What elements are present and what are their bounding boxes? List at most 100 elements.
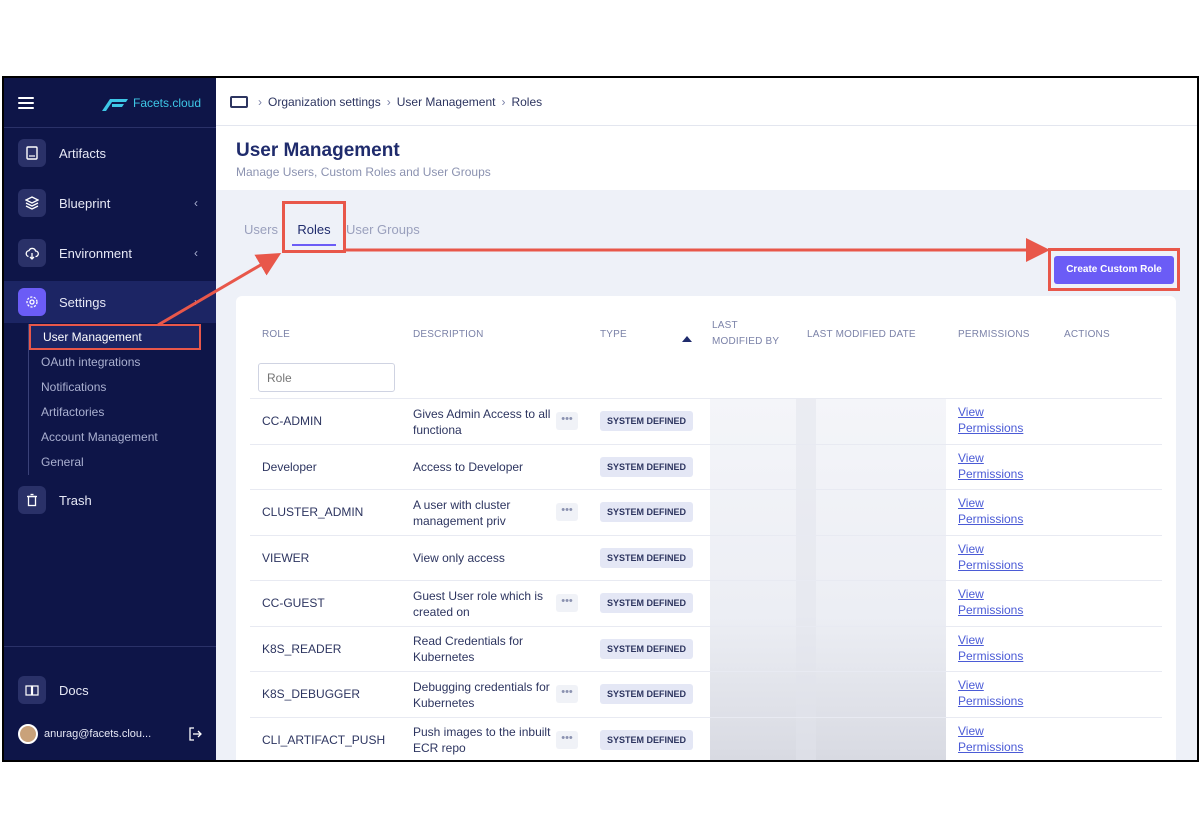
- user-email: anurag@facets.clou...: [44, 728, 152, 740]
- link-line: View: [958, 541, 984, 556]
- view-permissions-link[interactable]: View Permissions: [958, 495, 1038, 527]
- subnav-notifications[interactable]: Notifications: [29, 375, 198, 400]
- view-permissions-link[interactable]: View Permissions: [958, 677, 1038, 709]
- cell-role: VIEWER: [262, 550, 310, 565]
- sort-ascending-icon[interactable]: [682, 336, 692, 342]
- more-icon[interactable]: •••: [556, 594, 578, 612]
- sidebar-item-artifacts[interactable]: Artifacts: [4, 133, 216, 173]
- avatar: [18, 724, 38, 744]
- org-logo-icon[interactable]: [230, 95, 248, 108]
- link-line: View: [958, 678, 984, 692]
- cell-description: Push images to the inbuilt ECR repo: [413, 725, 551, 755]
- sidebar-item-trash[interactable]: Trash: [4, 480, 216, 520]
- breadcrumb-organization-settings[interactable]: Organization settings: [268, 95, 381, 109]
- table-row[interactable]: VIEWER View only access SYSTEM DEFINED V…: [250, 534, 1162, 581]
- link-line: Permissions: [958, 694, 1024, 708]
- subnav-general[interactable]: General: [29, 450, 198, 475]
- column-header-type[interactable]: TYPE: [600, 327, 627, 343]
- breadcrumb-user-management[interactable]: User Management: [397, 95, 496, 109]
- table-row[interactable]: Developer Access to Developer SYSTEM DEF…: [250, 443, 1162, 490]
- sidebar-item-label: Settings: [59, 294, 106, 310]
- table-row[interactable]: CC-GUEST Guest User role which is create…: [250, 580, 1162, 626]
- table-row[interactable]: CC-ADMIN Gives Admin Access to all funct…: [250, 398, 1162, 444]
- link-line: View: [958, 496, 984, 510]
- sidebar-item-label: Docs: [59, 682, 89, 698]
- cell-description: Access to Developer: [413, 460, 524, 474]
- logout-icon[interactable]: [187, 726, 203, 742]
- cell-description: A user with cluster management priv: [413, 497, 511, 528]
- subnav-oauth-integrations[interactable]: OAuth integrations: [29, 350, 198, 375]
- user-profile[interactable]: anurag@facets.clou...: [18, 724, 203, 744]
- cell-role: CC-ADMIN: [262, 414, 322, 428]
- cell-role: K8S_READER: [262, 641, 342, 656]
- settings-subnav: User Management OAuth integrations Notif…: [28, 324, 201, 475]
- view-permissions-link[interactable]: View Permissions: [958, 450, 1038, 482]
- cell-description: Gives Admin Access to all functiona: [413, 406, 551, 437]
- more-icon[interactable]: •••: [556, 412, 578, 430]
- link-line: Permissions: [958, 603, 1024, 617]
- table-row[interactable]: K8S_READER Read Credentials for Kubernet…: [250, 625, 1162, 672]
- sidebar-header: Facets.cloud: [4, 78, 216, 128]
- cell-role: Developer: [262, 459, 317, 474]
- sidebar-item-docs[interactable]: Docs: [4, 670, 216, 710]
- link-line: View: [958, 632, 984, 647]
- sidebar-item-environment[interactable]: Environment ‹: [4, 233, 216, 273]
- subnav-user-management[interactable]: User Management: [29, 324, 201, 350]
- main-content: › Organization settings › User Managemen…: [216, 78, 1197, 760]
- tab-user-groups[interactable]: User Groups: [346, 218, 420, 242]
- gear-icon: [18, 288, 46, 316]
- link-line: Permissions: [958, 739, 1024, 754]
- role-filter-input[interactable]: [258, 363, 395, 392]
- view-permissions-link[interactable]: View Permissions: [958, 723, 1038, 755]
- table-row[interactable]: K8S_DEBUGGER Debugging credentials for K…: [250, 671, 1162, 717]
- chevron-right-icon: ›: [258, 94, 262, 109]
- chevron-left-icon: ‹: [194, 196, 198, 210]
- cell-role: CLI_ARTIFACT_PUSH: [262, 732, 386, 747]
- link-line: View: [958, 587, 984, 601]
- cell-role: CLUSTER_ADMIN: [262, 505, 364, 519]
- facets-logo-icon: [102, 98, 128, 111]
- view-permissions-link[interactable]: View Permissions: [958, 404, 1038, 436]
- table-row[interactable]: CLUSTER_ADMIN A user with cluster manage…: [250, 489, 1162, 535]
- type-badge: SYSTEM DEFINED: [600, 729, 694, 750]
- cell-description: Guest User role which is created on: [413, 588, 544, 619]
- more-icon[interactable]: •••: [556, 503, 578, 521]
- subnav-artifactories[interactable]: Artifactories: [29, 400, 198, 425]
- subnav-account-management[interactable]: Account Management: [29, 425, 198, 450]
- create-custom-role-button[interactable]: Create Custom Role: [1054, 255, 1174, 284]
- chevron-right-icon: ›: [386, 94, 391, 109]
- link-line: Permissions: [958, 466, 1024, 481]
- view-permissions-link[interactable]: View Permissions: [958, 541, 1038, 573]
- column-header-permissions[interactable]: PERMISSIONS: [958, 327, 1030, 343]
- hamburger-menu-icon[interactable]: [18, 96, 34, 109]
- type-badge: SYSTEM DEFINED: [600, 456, 694, 477]
- table-row[interactable]: CLI_ARTIFACT_PUSH Push images to the inb…: [250, 716, 1162, 761]
- column-header-description[interactable]: DESCRIPTION: [413, 327, 484, 343]
- link-line: Permissions: [958, 512, 1024, 526]
- page-header: User Management Manage Users, Custom Rol…: [216, 126, 1197, 190]
- sidebar-item-blueprint[interactable]: Blueprint ‹: [4, 183, 216, 223]
- app-window: Facets.cloud Artifacts Blueprint ‹ Envir…: [2, 76, 1199, 762]
- sidebar-item-label: Environment: [59, 245, 132, 261]
- column-header-last-modified-by[interactable]: LAST MODIFIED BY: [712, 318, 779, 350]
- brand-name: Facets.cloud: [133, 95, 202, 110]
- open-book-icon: [18, 676, 46, 704]
- page-title: User Management: [236, 140, 400, 161]
- book-icon: [18, 139, 46, 167]
- breadcrumb: › Organization settings › User Managemen…: [216, 78, 1197, 126]
- column-header-role[interactable]: ROLE: [262, 327, 290, 343]
- view-permissions-link[interactable]: View Permissions: [958, 586, 1038, 618]
- trash-icon: [18, 486, 46, 514]
- more-icon[interactable]: •••: [556, 730, 578, 749]
- brand-logo[interactable]: Facets.cloud: [102, 95, 201, 111]
- type-badge: SYSTEM DEFINED: [600, 411, 694, 431]
- link-line: View: [958, 723, 984, 738]
- type-badge: SYSTEM DEFINED: [600, 593, 694, 613]
- link-line: Permissions: [958, 557, 1024, 572]
- tab-users[interactable]: Users: [244, 218, 282, 242]
- sidebar-item-settings[interactable]: Settings ›: [4, 281, 216, 323]
- column-header-last-modified-date[interactable]: LAST MODIFIED DATE: [807, 327, 916, 343]
- cloud-icon: [18, 239, 46, 267]
- more-icon[interactable]: •••: [556, 685, 578, 703]
- view-permissions-link[interactable]: View Permissions: [958, 632, 1038, 664]
